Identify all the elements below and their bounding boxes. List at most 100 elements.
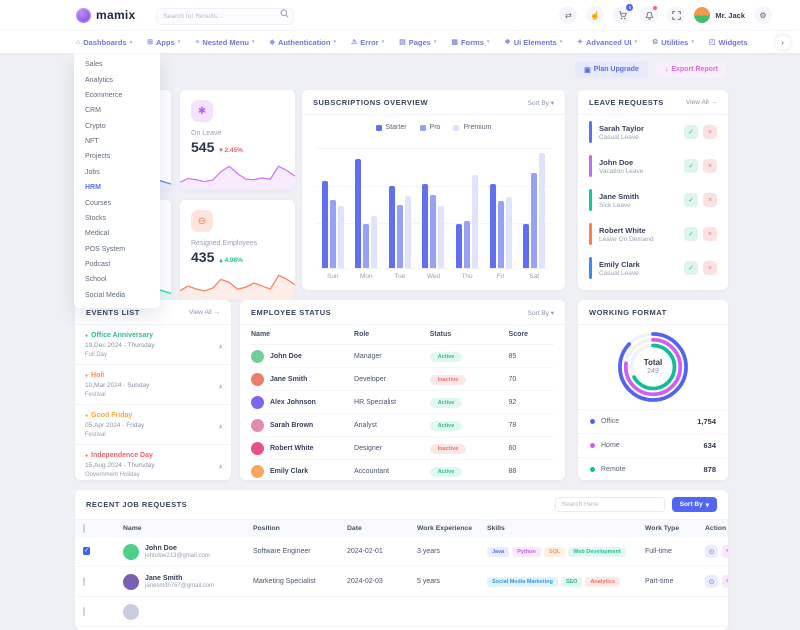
bar-starter[interactable] (523, 224, 529, 268)
reject-button[interactable]: × (703, 193, 717, 207)
row-checkbox[interactable] (83, 607, 85, 616)
column-work-type[interactable]: Work Type (641, 525, 701, 532)
brand[interactable]: mamix (76, 8, 136, 23)
bar-pro[interactable] (330, 200, 336, 268)
export-report-button[interactable]: ↓Export Report (656, 61, 727, 78)
search-input[interactable] (156, 8, 294, 25)
column-status[interactable]: Status (430, 331, 509, 338)
table-row[interactable]: Alex Johnson HR Specialist Active 92 (251, 391, 554, 414)
cart-icon[interactable]: 5 (613, 6, 631, 24)
bar-starter[interactable] (490, 184, 496, 268)
edit-button[interactable]: ✎ (722, 545, 728, 558)
menu-item-courses[interactable]: Courses (74, 195, 160, 210)
menu-item-social-media[interactable]: Social Media (74, 288, 160, 303)
translate-icon[interactable]: ⇄ (559, 6, 577, 24)
bar-premium[interactable] (405, 196, 411, 268)
nav-item-utilities[interactable]: ⚙Utilities▾ (652, 38, 694, 47)
menu-item-sales[interactable]: Sales (74, 57, 160, 72)
column-position[interactable]: Position (249, 525, 343, 532)
sort-by-dropdown[interactable]: Sort By ▾ (528, 99, 554, 107)
menu-item-medical[interactable]: Medical (74, 226, 160, 241)
nav-scroll-button[interactable]: › (775, 35, 790, 50)
chevron-right-icon[interactable]: › (219, 421, 222, 431)
nav-item-advanced-ui[interactable]: ✦Advanced UI▾ (577, 38, 637, 47)
row-checkbox-checked[interactable]: ✓ (83, 547, 90, 555)
reject-button[interactable]: × (703, 227, 717, 241)
sort-by-dropdown[interactable]: Sort By ▾ (528, 309, 554, 317)
chevron-right-icon[interactable]: › (219, 381, 222, 391)
bar-premium[interactable] (438, 206, 444, 268)
nav-item-forms[interactable]: ▦Forms▾ (451, 38, 489, 47)
menu-item-analytics[interactable]: Analytics (74, 72, 160, 87)
bar-pro[interactable] (363, 224, 369, 268)
table-row[interactable]: Robert White Designer Inactive 60 (251, 437, 554, 460)
table-row[interactable]: Sarah Brown Analyst Active 78 (251, 414, 554, 437)
table-row[interactable]: Jane Smithjanesmith767@gmail.com Marketi… (75, 567, 728, 597)
bar-premium[interactable] (338, 206, 344, 268)
nav-item-widgets[interactable]: ◰Widgets (709, 38, 748, 47)
nav-item-dashboards[interactable]: ⌂Dashboards▴ (76, 38, 132, 47)
column-name[interactable]: Name (119, 525, 249, 532)
view-all-link[interactable]: View All → (686, 99, 717, 106)
approve-button[interactable]: ✓ (684, 261, 698, 275)
column-role[interactable]: Role (354, 331, 430, 338)
bar-starter[interactable] (389, 186, 395, 268)
bar-starter[interactable] (355, 159, 361, 268)
column-work-experience[interactable]: Work Experience (413, 525, 483, 532)
nav-item-apps[interactable]: ⊞Apps▾ (147, 38, 180, 47)
menu-item-crypto[interactable]: Crypto (74, 119, 160, 134)
table-row[interactable]: Emily Clark Accountant Active 88 (251, 460, 554, 480)
column-name[interactable]: Name (251, 331, 354, 338)
reject-button[interactable]: × (703, 261, 717, 275)
notifications-bell-icon[interactable] (640, 6, 658, 24)
bar-starter[interactable] (456, 224, 462, 268)
menu-item-hrm[interactable]: HRM (74, 180, 160, 195)
bar-pro[interactable] (430, 195, 436, 268)
reject-button[interactable]: × (703, 125, 717, 139)
menu-item-nft[interactable]: NFT (74, 134, 160, 149)
settings-gear-icon[interactable]: ⚙ (754, 6, 772, 24)
bar-premium[interactable] (472, 175, 478, 268)
fullscreen-icon[interactable] (667, 6, 685, 24)
view-button[interactable]: ⊙ (705, 545, 718, 558)
chevron-right-icon[interactable]: › (219, 341, 222, 351)
column-date[interactable]: Date (343, 525, 413, 532)
table-row[interactable]: Jane Smith Developer Inactive 70 (251, 368, 554, 391)
nav-item-ui-elements[interactable]: ❖Ui Elements▾ (504, 38, 562, 47)
view-all-link[interactable]: View All → (189, 309, 220, 316)
approve-button[interactable]: ✓ (684, 159, 698, 173)
edit-button[interactable]: ✎ (722, 575, 728, 588)
nav-item-error[interactable]: ⚠Error▾ (351, 38, 384, 47)
bar-premium[interactable] (371, 216, 377, 268)
nav-item-pages[interactable]: ▤Pages▾ (399, 38, 436, 47)
nav-item-authentication[interactable]: ◈Authentication▾ (270, 38, 336, 47)
reject-button[interactable]: × (703, 159, 717, 173)
menu-item-school[interactable]: School (74, 272, 160, 287)
column-action[interactable]: Action (701, 525, 728, 532)
table-search-input[interactable] (555, 497, 665, 512)
approve-button[interactable]: ✓ (684, 125, 698, 139)
sort-by-button[interactable]: Sort By▾ (672, 497, 717, 512)
bar-premium[interactable] (506, 197, 512, 268)
table-row[interactable]: John Doe Manager Active 85 (251, 345, 554, 368)
chevron-right-icon[interactable]: › (219, 461, 222, 471)
bar-pro[interactable] (464, 221, 470, 268)
bar-starter[interactable] (422, 184, 428, 268)
column-score[interactable]: Score (509, 331, 554, 338)
plan-upgrade-button[interactable]: ▣Plan Upgrade (575, 61, 648, 78)
menu-item-stocks[interactable]: Stocks (74, 211, 160, 226)
bar-premium[interactable] (539, 153, 545, 268)
approve-button[interactable]: ✓ (684, 227, 698, 241)
user-menu[interactable]: Mr. Jack (694, 7, 745, 23)
nav-item-nested-menu[interactable]: ≡Nested Menu▾ (195, 38, 254, 47)
menu-item-crm[interactable]: CRM (74, 103, 160, 118)
approve-button[interactable]: ✓ (684, 193, 698, 207)
menu-item-pos-system[interactable]: POS System (74, 242, 160, 257)
view-button[interactable]: ⊙ (705, 575, 718, 588)
row-checkbox[interactable] (83, 577, 85, 586)
bar-pro[interactable] (531, 173, 537, 268)
table-row[interactable]: ✓ John Doejohndoe213@gmail.com Software … (75, 537, 728, 567)
menu-item-jobs[interactable]: Jobs (74, 165, 160, 180)
bar-pro[interactable] (397, 205, 403, 268)
menu-item-projects[interactable]: Projects (74, 149, 160, 164)
